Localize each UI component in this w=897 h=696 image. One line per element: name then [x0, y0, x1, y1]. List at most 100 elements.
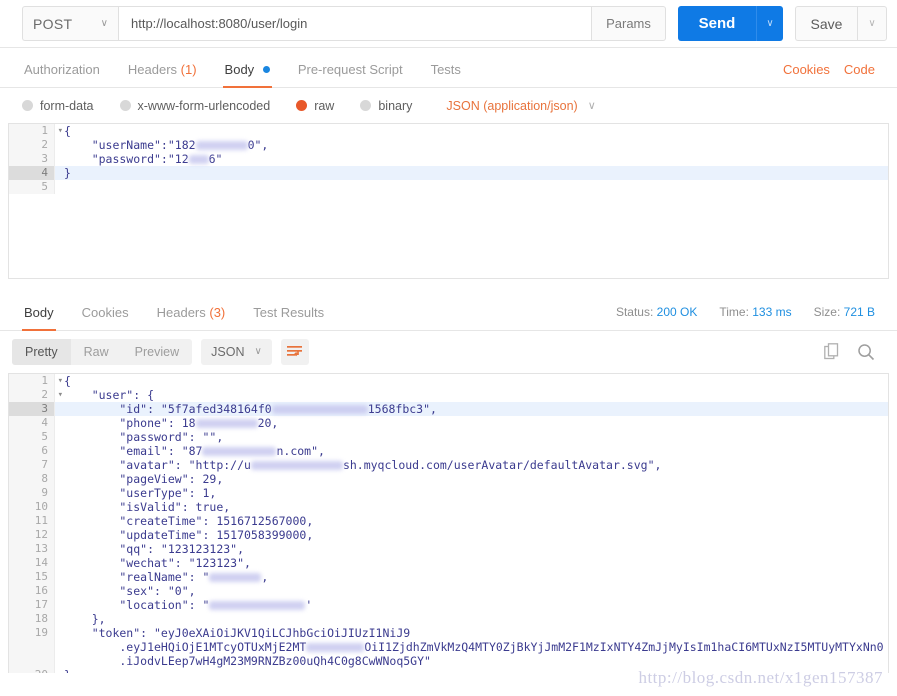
response-tabs: Body Cookies Headers (3) Test Results St…: [0, 291, 897, 331]
code-text: {: [64, 124, 71, 138]
http-method-dropdown[interactable]: POST ∨: [22, 6, 118, 41]
code-line: 10 "isValid": true,: [9, 500, 888, 514]
radio-icon: [360, 100, 372, 111]
code-line: 4 "phone": 18 20,: [9, 416, 888, 430]
code-text: "userType": 1,: [64, 486, 217, 500]
save-button[interactable]: Save: [795, 6, 857, 41]
tab-body-label: Body: [224, 62, 255, 77]
response-toolbar-actions: [824, 343, 875, 361]
request-tabs-actions: Cookies Code: [783, 62, 875, 87]
line-number: 19: [9, 626, 55, 640]
time-badge: Time: 133 ms: [719, 305, 791, 319]
radio-binary-label: binary: [378, 98, 413, 113]
radio-form-data[interactable]: form-data: [22, 99, 94, 113]
code-line: 3 "id": "5f7afed348164f0 1568fbc3",: [9, 402, 888, 416]
radio-raw-label: raw: [314, 98, 335, 113]
redacted-region: [195, 419, 258, 428]
view-mode-preview[interactable]: Preview: [122, 339, 192, 365]
size-badge: Size: 721 B: [814, 305, 875, 319]
request-body-editor[interactable]: 1 ▾{2 "userName":"182 0", 3 "password":"12 6…: [8, 123, 889, 279]
radio-raw[interactable]: raw: [296, 99, 334, 113]
code-line: 15 "realName": ",: [9, 570, 888, 584]
code-line: 14 "wechat": "123123",: [9, 556, 888, 570]
code-line: 13 "qq": "123123123",: [9, 542, 888, 556]
radio-form-data-label: form-data: [40, 98, 94, 113]
line-number: 7: [9, 458, 55, 472]
response-body-editor[interactable]: 1 ▾{2 ▾ "user": {3 "id": "5f7afed348164f0 1…: [8, 373, 889, 673]
line-number: 3: [9, 402, 55, 416]
redacted-region: [250, 461, 343, 470]
response-tab-body-label: Body: [24, 305, 54, 320]
response-tab-headers[interactable]: Headers (3): [143, 305, 240, 330]
response-toolbar: Pretty Raw Preview JSON ∨: [0, 331, 897, 373]
tab-headers-label: Headers: [127, 62, 178, 77]
code-link[interactable]: Code: [844, 62, 875, 77]
line-number: 5: [9, 180, 55, 194]
response-tab-cookies[interactable]: Cookies: [68, 305, 143, 330]
send-button-group: Send ∨: [678, 6, 783, 41]
cookies-link[interactable]: Cookies: [783, 62, 830, 77]
line-number: 8: [9, 472, 55, 486]
code-text: "avatar": "http://u sh.myqcloud.com/userA…: [64, 458, 662, 472]
tab-headers[interactable]: Headers (1): [114, 62, 211, 87]
line-number: 14: [9, 556, 55, 570]
redacted-region: [306, 643, 365, 652]
code-text: .eyJ1eHQiOjE1MTcyOTUxMjE2MT OiI1ZjdhZmVkM…: [64, 640, 884, 654]
redacted-region: [209, 573, 262, 582]
tab-body[interactable]: Body: [211, 62, 284, 88]
line-number: 13: [9, 542, 55, 556]
body-modified-dot-icon: [262, 66, 270, 73]
line-number: 20: [9, 668, 55, 673]
save-button-group: Save ∨: [795, 6, 887, 41]
radio-icon: [22, 100, 33, 111]
request-body-lines: 1 ▾{2 "userName":"182 0", 3 "password":"12 6…: [9, 124, 888, 194]
http-method-label: POST: [33, 15, 73, 32]
response-tab-test-results[interactable]: Test Results: [239, 305, 338, 330]
copy-icon[interactable]: [824, 343, 841, 361]
code-text: }: [55, 668, 888, 673]
search-icon[interactable]: [857, 343, 875, 361]
radio-binary[interactable]: binary: [360, 99, 412, 113]
send-options-chevron-down-icon[interactable]: ∨: [756, 6, 783, 41]
tab-authorization-label: Authorization: [24, 62, 100, 77]
status-badge: Status: 200 OK: [616, 305, 697, 319]
code-line: 20}: [9, 668, 888, 673]
redacted-region: [202, 447, 277, 456]
params-button[interactable]: Params: [592, 6, 666, 41]
code-line: 16 "sex": "0",: [9, 584, 888, 598]
save-options-chevron-down-icon[interactable]: ∨: [857, 6, 887, 41]
word-wrap-toggle[interactable]: [280, 339, 309, 365]
request-url-text: http://localhost:8080/user/login: [131, 16, 308, 31]
word-wrap-icon: [287, 345, 303, 356]
code-text: "password":"12 6": [64, 152, 223, 166]
view-mode-pretty[interactable]: Pretty: [12, 339, 71, 365]
tab-pre-request-script[interactable]: Pre-request Script: [284, 62, 417, 87]
code-text: "realName": ",: [64, 570, 269, 584]
code-line: 5: [9, 180, 888, 194]
tab-tests[interactable]: Tests: [417, 62, 475, 87]
postman-window: POST ∨ http://localhost:8080/user/login …: [0, 0, 897, 696]
code-line: 19 "token": "eyJ0eXAiOiJKV1QiLCJhbGciOiJ…: [9, 626, 888, 640]
radio-x-www-form-urlencoded[interactable]: x-www-form-urlencoded: [119, 99, 270, 113]
send-button[interactable]: Send: [678, 6, 756, 41]
line-number: 4: [9, 416, 55, 430]
tab-authorization[interactable]: Authorization: [10, 62, 114, 87]
code-text: .iJodvLEep7wH4gM23M9RNZBz00uQh4C0g8CwWNo…: [64, 654, 431, 668]
code-text: "phone": 18 20,: [64, 416, 279, 430]
code-line: 2 ▾ "user": {: [9, 388, 888, 402]
response-view-mode-group: Pretty Raw Preview: [12, 339, 193, 365]
code-text: "email": "87 n.com",: [64, 444, 325, 458]
response-tab-body[interactable]: Body: [10, 305, 68, 331]
line-number: 15: [9, 570, 55, 584]
request-url-input[interactable]: http://localhost:8080/user/login: [118, 6, 592, 41]
line-number: 4: [9, 166, 55, 180]
response-tab-cookies-label: Cookies: [81, 305, 129, 320]
response-format-dropdown[interactable]: JSON ∨: [201, 339, 272, 365]
tab-pre-request-script-label: Pre-request Script: [297, 62, 403, 77]
tab-headers-count: (1): [180, 62, 197, 77]
radio-selected-icon: [296, 100, 308, 111]
content-type-dropdown[interactable]: JSON (application/json) ∨: [438, 99, 595, 113]
code-text: },: [64, 612, 106, 626]
view-mode-raw[interactable]: Raw: [71, 339, 122, 365]
